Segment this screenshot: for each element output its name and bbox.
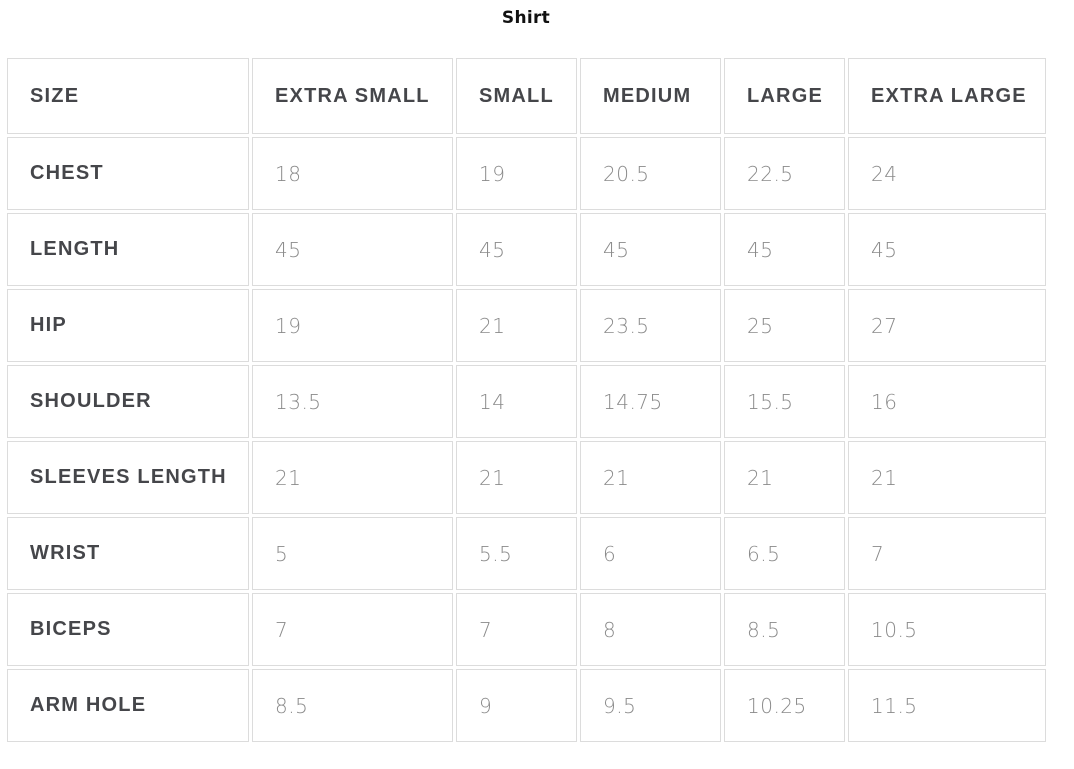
measurement-cell: 6 — [580, 517, 721, 590]
measurement-cell: 8 — [580, 593, 721, 666]
measurement-cell: 45 — [580, 213, 721, 286]
measurement-cell: 45 — [724, 213, 845, 286]
row-label: BICEPS — [7, 593, 249, 666]
table-row: WRIST 5 5.5 6 6.5 7 — [7, 517, 1046, 590]
table-row: SLEEVES LENGTH 21 21 21 21 21 — [7, 441, 1046, 514]
row-label: SLEEVES LENGTH — [7, 441, 249, 514]
measurement-cell: 6.5 — [724, 517, 845, 590]
table-row: LENGTH 45 45 45 45 45 — [7, 213, 1046, 286]
measurement-cell: 5.5 — [456, 517, 577, 590]
row-label: SHOULDER — [7, 365, 249, 438]
table-row: ARM HOLE 8.5 9 9.5 10.25 11.5 — [7, 669, 1046, 742]
measurement-cell: 21 — [456, 289, 577, 362]
table-header-row: SIZE EXTRA SMALL SMALL MEDIUM LARGE EXTR… — [7, 58, 1046, 134]
table-row: CHEST 18 19 20.5 22.5 24 — [7, 137, 1046, 210]
column-header-medium: MEDIUM — [580, 58, 721, 134]
measurement-cell: 18 — [252, 137, 453, 210]
measurement-cell: 16 — [848, 365, 1046, 438]
measurement-cell: 22.5 — [724, 137, 845, 210]
row-label: HIP — [7, 289, 249, 362]
measurement-cell: 8.5 — [724, 593, 845, 666]
measurement-cell: 27 — [848, 289, 1046, 362]
row-label: WRIST — [7, 517, 249, 590]
measurement-cell: 11.5 — [848, 669, 1046, 742]
column-header-small: SMALL — [456, 58, 577, 134]
measurement-cell: 45 — [848, 213, 1046, 286]
measurement-cell: 9.5 — [580, 669, 721, 742]
measurement-cell: 7 — [252, 593, 453, 666]
table-row: HIP 19 21 23.5 25 27 — [7, 289, 1046, 362]
measurement-cell: 13.5 — [252, 365, 453, 438]
measurement-cell: 5 — [252, 517, 453, 590]
measurement-cell: 21 — [252, 441, 453, 514]
row-label: CHEST — [7, 137, 249, 210]
measurement-cell: 15.5 — [724, 365, 845, 438]
row-label: LENGTH — [7, 213, 249, 286]
measurement-cell: 20.5 — [580, 137, 721, 210]
measurement-cell: 23.5 — [580, 289, 721, 362]
measurement-cell: 10.25 — [724, 669, 845, 742]
table-row: SHOULDER 13.5 14 14.75 15.5 16 — [7, 365, 1046, 438]
measurement-cell: 7 — [456, 593, 577, 666]
measurement-cell: 25 — [724, 289, 845, 362]
column-header-size: SIZE — [7, 58, 249, 134]
measurement-cell: 9 — [456, 669, 577, 742]
measurement-cell: 14 — [456, 365, 577, 438]
measurement-cell: 19 — [456, 137, 577, 210]
measurement-cell: 45 — [252, 213, 453, 286]
measurement-cell: 14.75 — [580, 365, 721, 438]
row-label: ARM HOLE — [7, 669, 249, 742]
measurement-cell: 21 — [456, 441, 577, 514]
table-row: BICEPS 7 7 8 8.5 10.5 — [7, 593, 1046, 666]
measurement-cell: 21 — [848, 441, 1046, 514]
measurement-cell: 7 — [848, 517, 1046, 590]
page-title: Shirt — [501, 8, 551, 28]
column-header-extra-small: EXTRA SMALL — [252, 58, 453, 134]
measurement-cell: 21 — [724, 441, 845, 514]
measurement-cell: 21 — [580, 441, 721, 514]
measurement-cell: 10.5 — [848, 593, 1046, 666]
measurement-cell: 8.5 — [252, 669, 453, 742]
column-header-extra-large: EXTRA LARGE — [848, 58, 1046, 134]
measurement-cell: 45 — [456, 213, 577, 286]
measurement-cell: 24 — [848, 137, 1046, 210]
size-chart-table: SIZE EXTRA SMALL SMALL MEDIUM LARGE EXTR… — [4, 55, 1049, 745]
measurement-cell: 19 — [252, 289, 453, 362]
column-header-large: LARGE — [724, 58, 845, 134]
